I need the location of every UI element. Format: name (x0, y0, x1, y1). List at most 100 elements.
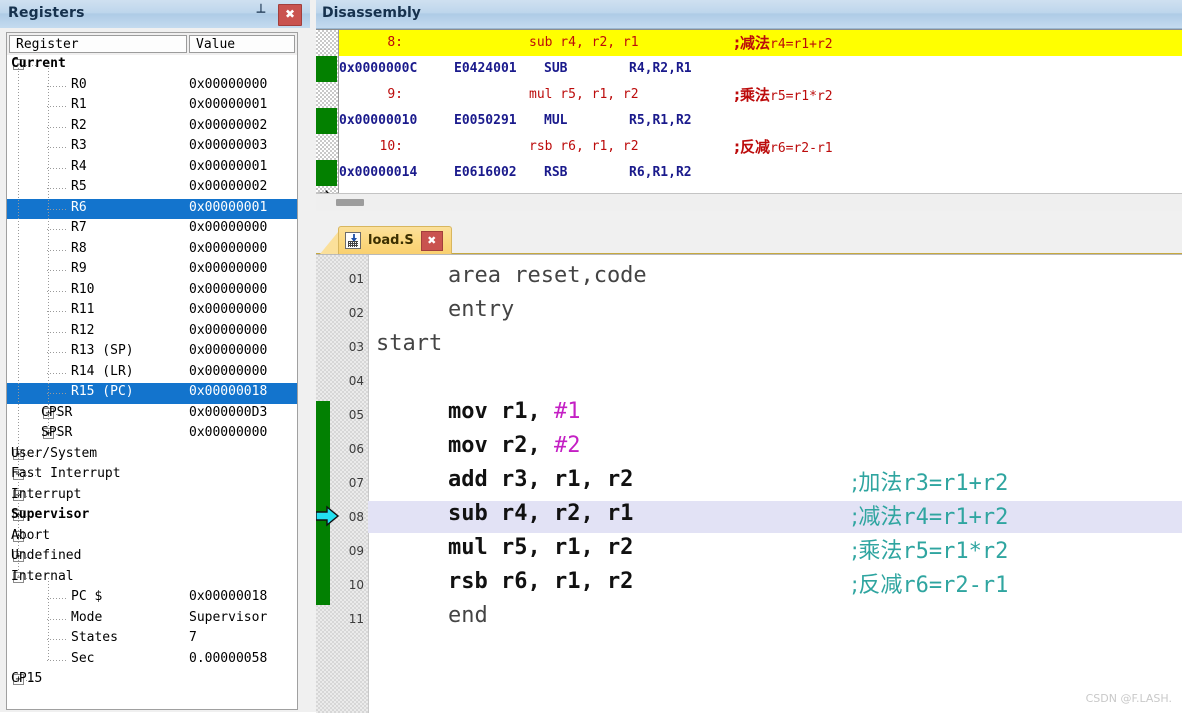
register-name: CP15 (11, 671, 43, 686)
editor-comment: ;乘法r5=r1*r2 (851, 539, 1009, 564)
editor-line[interactable]: area reset,code (448, 263, 647, 288)
pin-icon[interactable]: ┴ (252, 4, 270, 23)
table-row[interactable]: +CPSR0x000000D3 (7, 404, 297, 425)
table-row[interactable]: +Supervisor (7, 506, 297, 527)
table-row[interactable]: States 7 (7, 629, 297, 650)
register-name: Sec (71, 650, 95, 666)
register-value: Supervisor (189, 609, 268, 625)
editor-line[interactable]: entry (448, 297, 514, 322)
table-row[interactable]: PC $ 0x00000018 (7, 588, 297, 609)
table-row[interactable]: R12 0x00000000 (7, 322, 297, 343)
table-row[interactable]: +Undefined (7, 547, 297, 568)
tree-connector (47, 639, 68, 640)
editor-line[interactable]: start (376, 331, 442, 356)
table-row[interactable]: R8 0x00000000 (7, 240, 297, 261)
register-name: SPSR (41, 425, 73, 440)
table-row[interactable]: R1 0x00000001 (7, 96, 297, 117)
column-header-value[interactable]: Value (189, 35, 295, 53)
table-row[interactable]: R11 0x00000000 (7, 301, 297, 322)
editor-line[interactable]: sub r4, r2, r1 (448, 501, 633, 526)
column-header-register[interactable]: Register (9, 35, 187, 53)
disassembly-source-line[interactable]: 8: sub r4, r2, r1 ;减法r4=r1+r2 (339, 30, 1182, 56)
table-row[interactable]: +Abort (7, 527, 297, 548)
table-row[interactable]: R0 0x00000000 (7, 76, 297, 97)
editor-line-text: sub r4, r2, r1 (448, 501, 634, 526)
close-icon[interactable]: ✖ (278, 4, 302, 26)
tree-connector (47, 598, 68, 599)
code-coverage-marker (316, 108, 337, 134)
right-region: Disassembly → 8: sub r4, r2, r1 ;减法r4=r1+r… (316, 0, 1182, 713)
table-row[interactable]: R13 (SP) 0x00000000 (7, 342, 297, 363)
tree-connector (47, 167, 68, 169)
table-row[interactable]: R2 0x00000002 (7, 117, 297, 138)
table-row[interactable]: R15 (PC) 0x00000018 (7, 383, 297, 404)
scrollbar-thumb[interactable] (336, 199, 364, 206)
instruction-mnemonic: SUB (544, 61, 568, 76)
table-row[interactable]: -Current (7, 55, 297, 76)
table-row[interactable]: R7 0x00000000 (7, 219, 297, 240)
registers-panel-title: Registers (8, 5, 85, 21)
register-value: 0x00000002 (189, 179, 268, 194)
editor-line[interactable]: rsb r6, r1, r2 (448, 569, 633, 594)
register-name: R6 (71, 199, 87, 215)
instruction-mnemonic: RSB (544, 165, 568, 180)
register-name: Undefined (11, 548, 82, 563)
editor-line[interactable]: mov r1, #1 (448, 399, 580, 424)
editor-comment: ;减法r4=r1+r2 (851, 505, 1009, 530)
table-row[interactable]: R14 (LR) 0x00000000 (7, 363, 297, 384)
registers-grid: Register Value -CurrentR0 0x00000000 R1 0x0… (6, 32, 298, 710)
source-instruction: mul r5, r1, r2 (529, 87, 639, 102)
horizontal-scrollbar[interactable] (316, 193, 1182, 211)
table-row[interactable]: +Fast Interrupt (7, 465, 297, 486)
source-comment: ;反减r6=r2-r1 (734, 138, 833, 156)
table-row[interactable]: +SPSR0x00000000 (7, 424, 297, 445)
disassembly-titlebar: Disassembly (316, 0, 1182, 29)
tree-connector (47, 290, 68, 292)
disassembly-panel[interactable]: → 8: sub r4, r2, r1 ;减法r4=r1+r2 0x0000000C E… (316, 29, 1182, 211)
instruction-address: 0x00000010 (339, 113, 418, 128)
table-row[interactable]: +User/System (7, 445, 297, 466)
code-coverage-marker (316, 56, 337, 82)
disassembly-gutter[interactable]: → (316, 30, 339, 211)
editor-line[interactable]: add r3, r1, r2 (448, 467, 633, 492)
editor-line-number: 04 (348, 374, 364, 388)
editor-line-number: 03 (348, 340, 364, 354)
close-icon[interactable]: ✖ (420, 230, 443, 251)
register-name: User/System (11, 445, 98, 461)
horizontal-splitter[interactable] (316, 211, 1182, 224)
table-row[interactable]: R10 0x00000000 (7, 281, 297, 302)
code-coverage-marker (316, 160, 337, 186)
register-name: Interrupt (11, 486, 82, 502)
table-row[interactable]: R4 0x00000001 (7, 158, 297, 179)
table-row[interactable]: Sec 0.00000058 (7, 650, 297, 671)
register-value: 0x00000002 (189, 117, 268, 133)
register-value: 0x00000000 (189, 240, 268, 256)
editor-panel: load.S ✖ 01 02 03 04 05 06 07 08 09 10 11 area res… (316, 224, 1182, 713)
editor-gutter[interactable]: 01 02 03 04 05 06 07 08 09 10 11 (316, 255, 369, 713)
editor-line[interactable]: mul r5, r1, r2 (448, 535, 633, 560)
disassembly-panel-title: Disassembly (322, 5, 421, 21)
table-row[interactable]: R9 0x00000000 (7, 260, 297, 281)
table-row[interactable]: R3 0x00000003 (7, 137, 297, 158)
tab-load-s[interactable]: load.S ✖ (338, 226, 452, 254)
editor-text-area[interactable]: 01 02 03 04 05 06 07 08 09 10 11 area reset,code en… (316, 254, 1182, 713)
tree-connector (47, 311, 68, 312)
table-row[interactable]: -Internal (7, 568, 297, 589)
register-name: R14 (LR) (71, 363, 134, 379)
tree-connector (47, 352, 68, 353)
register-name: R7 (71, 220, 87, 235)
source-line-number: 10: (379, 139, 403, 154)
editor-line[interactable]: end (448, 603, 488, 628)
register-value: 0x00000001 (189, 97, 268, 112)
table-row[interactable]: R6 0x00000001 (7, 198, 297, 219)
editor-line[interactable]: mov r2, #2 (448, 433, 580, 458)
registers-body: Register Value -CurrentR0 0x00000000 R1 0x0… (0, 28, 310, 712)
register-value: 0x00000000 (189, 425, 268, 440)
table-row[interactable]: Mode Supervisor (7, 609, 297, 630)
registers-grid-header: Register Value (7, 33, 297, 56)
instruction-opcode: E0616002 (454, 165, 517, 180)
tree-connector (47, 270, 68, 271)
table-row[interactable]: R5 0x00000002 (7, 178, 297, 199)
table-row[interactable]: +Interrupt (7, 486, 297, 507)
table-row[interactable]: + CP15 (7, 670, 297, 691)
